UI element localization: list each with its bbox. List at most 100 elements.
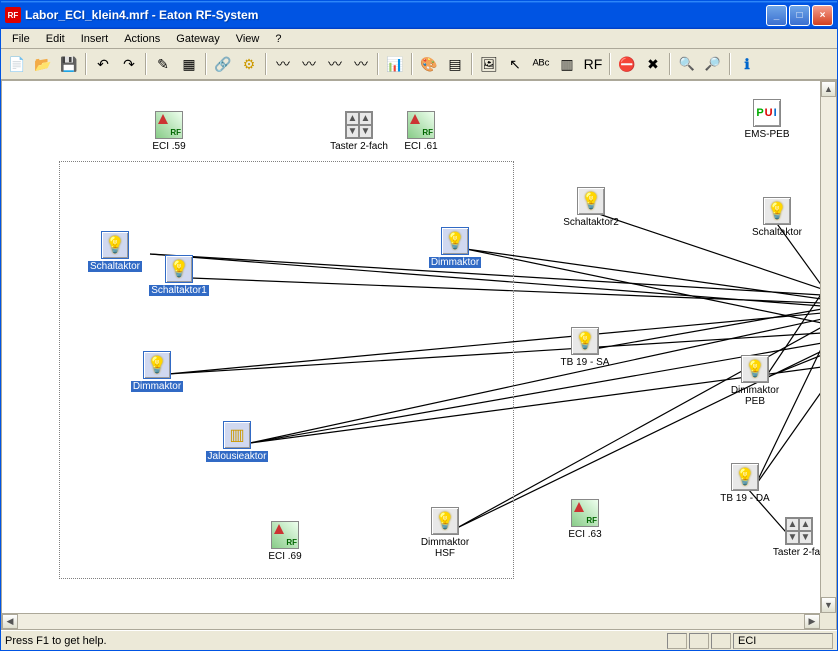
node-label: Schaltaktor — [88, 261, 142, 272]
image-icon[interactable]: 🖼 — [477, 52, 501, 76]
status-help: Press F1 to get help. — [5, 635, 665, 647]
scroll-track[interactable] — [18, 614, 804, 629]
redo-icon[interactable]: ↷ — [117, 52, 141, 76]
node-label: Schaltaktor — [752, 227, 802, 238]
bulb-icon: 💡 — [101, 231, 129, 259]
minimize-button[interactable]: _ — [766, 5, 787, 26]
zoom-out-icon[interactable]: 🔎 — [701, 52, 725, 76]
toolbar-separator — [411, 53, 413, 75]
scroll-track[interactable] — [821, 97, 836, 597]
node-label: EMS-PEB — [744, 129, 789, 140]
toolbar-separator — [609, 53, 611, 75]
bulb-icon: 💡 — [763, 197, 791, 225]
zoom-in-icon[interactable]: 🔍 — [675, 52, 699, 76]
canvas-area: RF ECI .59 ▲▲▼▼ Taster 2-fachRFECI .61 PUIEM… — [1, 80, 837, 630]
bulb-icon: 💡 — [571, 327, 599, 355]
node-eci69[interactable]: RFECI .69 — [250, 521, 320, 562]
link-icon[interactable]: 🔗 — [211, 52, 235, 76]
node-dimmhsf[interactable]: 💡Dimmaktor HSF — [410, 507, 480, 559]
node-dimmaktor_t[interactable]: 💡Dimmaktor — [420, 227, 490, 268]
scroll-up-icon[interactable]: ▲ — [821, 81, 836, 97]
text-icon[interactable]: ᴬᴮᶜ — [529, 52, 553, 76]
app-window: RF Labor_ECI_klein4.mrf - Eaton RF-Syste… — [0, 0, 838, 651]
stop-icon[interactable]: ⛔ — [615, 52, 639, 76]
vertical-scrollbar[interactable]: ▲ ▼ — [820, 81, 836, 613]
rf-icon: RF — [271, 521, 299, 549]
file-new-icon[interactable]: 📄 — [5, 52, 29, 76]
toolbar-separator — [471, 53, 473, 75]
info-icon[interactable]: ℹ — [735, 52, 759, 76]
node-schaltaktor[interactable]: 💡 Schaltaktor — [80, 231, 150, 272]
node-label: TB 19 - SA — [561, 357, 610, 368]
file-open-icon[interactable]: 📂 — [31, 52, 55, 76]
node-eci61[interactable]: RFECI .61 — [386, 111, 456, 152]
node-label: ECI .59 — [152, 141, 185, 152]
wave1-icon[interactable]: 〰 — [271, 52, 295, 76]
delete-icon[interactable]: ✖ — [641, 52, 665, 76]
menu-actions[interactable]: Actions — [117, 31, 167, 47]
toolbar: 📄📂💾↶↷✎▦🔗⚙〰〰〰〰📊🎨▤🖼↖ᴬᴮᶜ▥RF⛔✖🔍🔎ℹ — [1, 49, 837, 80]
node-dimmaktor_peb[interactable]: 💡Dimmaktor PEB — [720, 355, 790, 407]
gear-icon[interactable]: ⚙ — [237, 52, 261, 76]
edit-icon[interactable]: ✎ — [151, 52, 175, 76]
node-eci63[interactable]: RFECI .63 — [550, 499, 620, 540]
menu-view[interactable]: View — [229, 31, 267, 47]
wave3-icon[interactable]: 〰 — [323, 52, 347, 76]
rf-icon: RF — [407, 111, 435, 139]
bulb-icon: 💡 — [741, 355, 769, 383]
grid-icon[interactable]: ▦ — [177, 52, 201, 76]
node-label: Dimmaktor HSF — [410, 537, 480, 559]
undo-icon[interactable]: ↶ — [91, 52, 115, 76]
close-button[interactable]: × — [812, 5, 833, 26]
shutter-icon: ▲▲▼▼ — [345, 111, 373, 139]
wave4-icon[interactable]: 〰 — [349, 52, 373, 76]
diagram-canvas[interactable]: RF ECI .59 ▲▲▼▼ Taster 2-fachRFECI .61 PUIEM… — [2, 81, 820, 613]
bulb-icon: 💡 — [165, 255, 193, 283]
shutter-icon: ▲▲▼▼ — [785, 517, 813, 545]
rf-icon[interactable]: RF — [581, 52, 605, 76]
toolbar-separator — [205, 53, 207, 75]
node-label: Dimmaktor — [131, 381, 183, 392]
scroll-right-icon[interactable]: ▶ — [804, 614, 820, 629]
maximize-button[interactable]: □ — [789, 5, 810, 26]
menu-insert[interactable]: Insert — [74, 31, 116, 47]
node-tb19sa[interactable]: 💡 TB 19 - SA — [550, 327, 620, 368]
node-schaltaktor1[interactable]: 💡Schaltaktor1 — [144, 255, 214, 296]
node-tb19da[interactable]: 💡TB 19 - DA — [710, 463, 780, 504]
menu-help[interactable]: ? — [268, 31, 288, 47]
node-dimmaktor_l[interactable]: 💡 Dimmaktor — [122, 351, 192, 392]
node-emspeb[interactable]: PUIEMS-PEB — [732, 99, 802, 140]
node-label: TB 19 - DA — [720, 493, 769, 504]
node-schaltaktor2[interactable]: 💡Schaltaktor2 — [556, 187, 626, 228]
scroll-down-icon[interactable]: ▼ — [821, 597, 836, 613]
palette-icon[interactable]: 🎨 — [417, 52, 441, 76]
node-schaltaktor_r[interactable]: 💡 Schaltaktor — [742, 197, 812, 238]
align-icon[interactable]: ▥ — [555, 52, 579, 76]
bulb-icon: 💡 — [143, 351, 171, 379]
horizontal-scrollbar[interactable]: ◀ ▶ — [2, 613, 820, 629]
menu-file[interactable]: File — [5, 31, 37, 47]
rf-icon: RF — [155, 111, 183, 139]
scroll-left-icon[interactable]: ◀ — [2, 614, 18, 629]
node-taster2[interactable]: ▲▲▼▼ Taster 2-fach — [324, 111, 394, 152]
node-label: Taster 2-fach — [330, 141, 388, 152]
panel-icon[interactable]: ▤ — [443, 52, 467, 76]
menubar: File Edit Insert Actions Gateway View ? — [1, 29, 837, 49]
wave2-icon[interactable]: 〰 — [297, 52, 321, 76]
blind-icon: ▥ — [223, 421, 251, 449]
titlebar[interactable]: RF Labor_ECI_klein4.mrf - Eaton RF-Syste… — [1, 1, 837, 29]
file-save-icon[interactable]: 💾 — [57, 52, 81, 76]
node-jalousie[interactable]: ▥Jalousieaktor — [202, 421, 272, 462]
pointer-icon[interactable]: ↖ — [503, 52, 527, 76]
menu-edit[interactable]: Edit — [39, 31, 72, 47]
menu-gateway[interactable]: Gateway — [169, 31, 226, 47]
status-right: ECI — [733, 633, 833, 649]
toolbar-separator — [377, 53, 379, 75]
node-eci59[interactable]: RF ECI .59 — [134, 111, 204, 152]
toolbar-separator — [669, 53, 671, 75]
node-label: Dimmaktor PEB — [720, 385, 790, 407]
node-taster2b[interactable]: ▲▲▼▼Taster 2-fac — [764, 517, 820, 558]
chart-icon[interactable]: 📊 — [383, 52, 407, 76]
app-icon: RF — [5, 7, 21, 23]
status-cell — [689, 633, 709, 649]
